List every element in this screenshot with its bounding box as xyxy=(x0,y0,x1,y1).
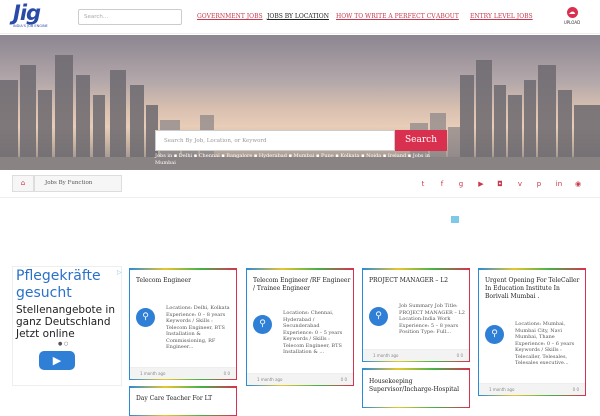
job-title[interactable]: Day Care Teacher For LT xyxy=(136,395,236,403)
twitter-icon[interactable]: t xyxy=(418,179,428,189)
card-footer: 1 month ago 0 0 xyxy=(479,383,585,395)
job-card[interactable]: Urgent Opening For TeleCaller In Educati… xyxy=(478,268,586,396)
logo-text: Jig xyxy=(13,1,41,25)
hero-banner: Search By Job, Location, or Keyword Sear… xyxy=(0,35,600,170)
job-title[interactable]: Housekeeping Supervisor/Incharge-Hospita… xyxy=(369,378,469,394)
job-title[interactable]: PROJECT MANAGER – L2 xyxy=(369,277,469,285)
post-stats: 0 0 xyxy=(340,377,347,382)
job-card[interactable]: PROJECT MANAGER – L2 ⚲ Job Summary Job T… xyxy=(362,268,470,362)
card-footer: 1 month ago 0 0 xyxy=(130,367,236,379)
ad-headline[interactable]: Pflegekräfte gesucht xyxy=(16,268,121,302)
advertisement[interactable]: ▷ Pflegekräfte gesucht Stellenangebote i… xyxy=(12,266,122,386)
site-logo[interactable]: Jig INDIA'S JOB ENGINE xyxy=(13,3,63,31)
home-icon[interactable]: ⌂ xyxy=(12,175,34,192)
card-footer: 1 month ago 0 0 xyxy=(247,373,353,385)
ad-pagination-dots: ● ○ xyxy=(58,341,69,347)
search-icon: ⚲ xyxy=(485,325,504,344)
job-summary: Locations: Chennai, Hyderabad / Secunder… xyxy=(283,310,343,355)
upload-cloud-icon: ☁ xyxy=(566,7,578,18)
top-navigation-bar: Jig INDIA'S JOB ENGINE Search... GOVERNM… xyxy=(0,0,600,34)
post-age: 1 month ago xyxy=(489,387,515,392)
facebook-icon[interactable]: f xyxy=(437,179,447,189)
hero-location-links[interactable]: Jobs in ▪ Delhi ▪ Chennai ▪ Bangalore ▪ … xyxy=(155,153,445,167)
post-stats: 0 0 xyxy=(223,371,230,376)
post-age: 1 month ago xyxy=(257,377,283,382)
job-title[interactable]: Urgent Opening For TeleCaller In Educati… xyxy=(485,277,585,301)
linkedin-icon[interactable]: in xyxy=(554,179,564,189)
youtube-icon[interactable]: ▶ xyxy=(476,179,486,189)
job-card[interactable]: Telecom Engineer /RF Engineer / Trainee … xyxy=(246,268,354,386)
search-icon: ⚲ xyxy=(253,315,272,334)
instagram-icon[interactable]: ◘ xyxy=(495,179,505,189)
vine-icon[interactable]: v xyxy=(515,179,525,189)
upload-label: UPLOAD xyxy=(563,20,581,25)
nav-how-to-write-cv[interactable]: HOW TO WRITE A PERFECT CV xyxy=(336,13,436,20)
job-summary: Locations: Mumbai, Mumbai City, Navi Mum… xyxy=(515,321,575,366)
adchoices-icon[interactable] xyxy=(451,216,459,223)
card-footer: 1 month ago 0 0 xyxy=(363,349,469,361)
rss-icon[interactable]: ◉ xyxy=(573,179,583,189)
job-summary: Locations: Delhi, Kolkata Experience: 0 … xyxy=(166,305,230,350)
hero-search-button[interactable]: Search xyxy=(395,130,447,151)
job-card[interactable]: Telecom Engineer ⚲ Locations: Delhi, Kol… xyxy=(129,268,237,380)
post-age: 1 month ago xyxy=(140,371,166,376)
ad-text: Stellenangebote in ganz Deutschland Jetz… xyxy=(16,304,115,340)
logo-tagline: INDIA'S JOB ENGINE xyxy=(13,24,48,28)
ad-open-button[interactable]: ▶ xyxy=(39,351,75,370)
header-search-input[interactable]: Search... xyxy=(78,9,182,25)
nav-jobs-by-location[interactable]: JOBS BY LOCATION xyxy=(267,13,329,20)
nav-government-jobs[interactable]: GOVERNMENT JOBS xyxy=(197,13,263,20)
search-icon: ⚲ xyxy=(136,308,155,327)
hero-search-input[interactable]: Search By Job, Location, or Keyword xyxy=(155,130,395,151)
breadcrumb-item[interactable]: Jobs By Function xyxy=(34,175,122,192)
pinterest-icon[interactable]: p xyxy=(534,179,544,189)
upload-button[interactable]: ☁ UPLOAD xyxy=(560,7,584,25)
googleplus-icon[interactable]: g xyxy=(456,179,466,189)
post-stats: 0 0 xyxy=(572,387,579,392)
job-card[interactable]: Housekeeping Supervisor/Incharge-Hospita… xyxy=(362,368,470,408)
job-title[interactable]: Telecom Engineer /RF Engineer / Trainee … xyxy=(253,277,353,293)
post-age: 1 month ago xyxy=(373,353,399,358)
nav-about[interactable]: ABOUT xyxy=(436,13,459,20)
search-icon: ⚲ xyxy=(369,307,388,326)
job-summary: Job Summary Job Title: PROJECT MANAGER –… xyxy=(399,303,465,335)
job-title[interactable]: Telecom Engineer xyxy=(136,277,236,285)
nav-entry-level-jobs[interactable]: ENTRY LEVEL JOBS xyxy=(470,13,533,20)
job-card[interactable]: Day Care Teacher For LT xyxy=(129,386,237,416)
breadcrumb-bar: ⌂ Jobs By Function t f g ▶ ◘ v p in ◉ xyxy=(0,170,600,198)
post-stats: 0 0 xyxy=(456,353,463,358)
